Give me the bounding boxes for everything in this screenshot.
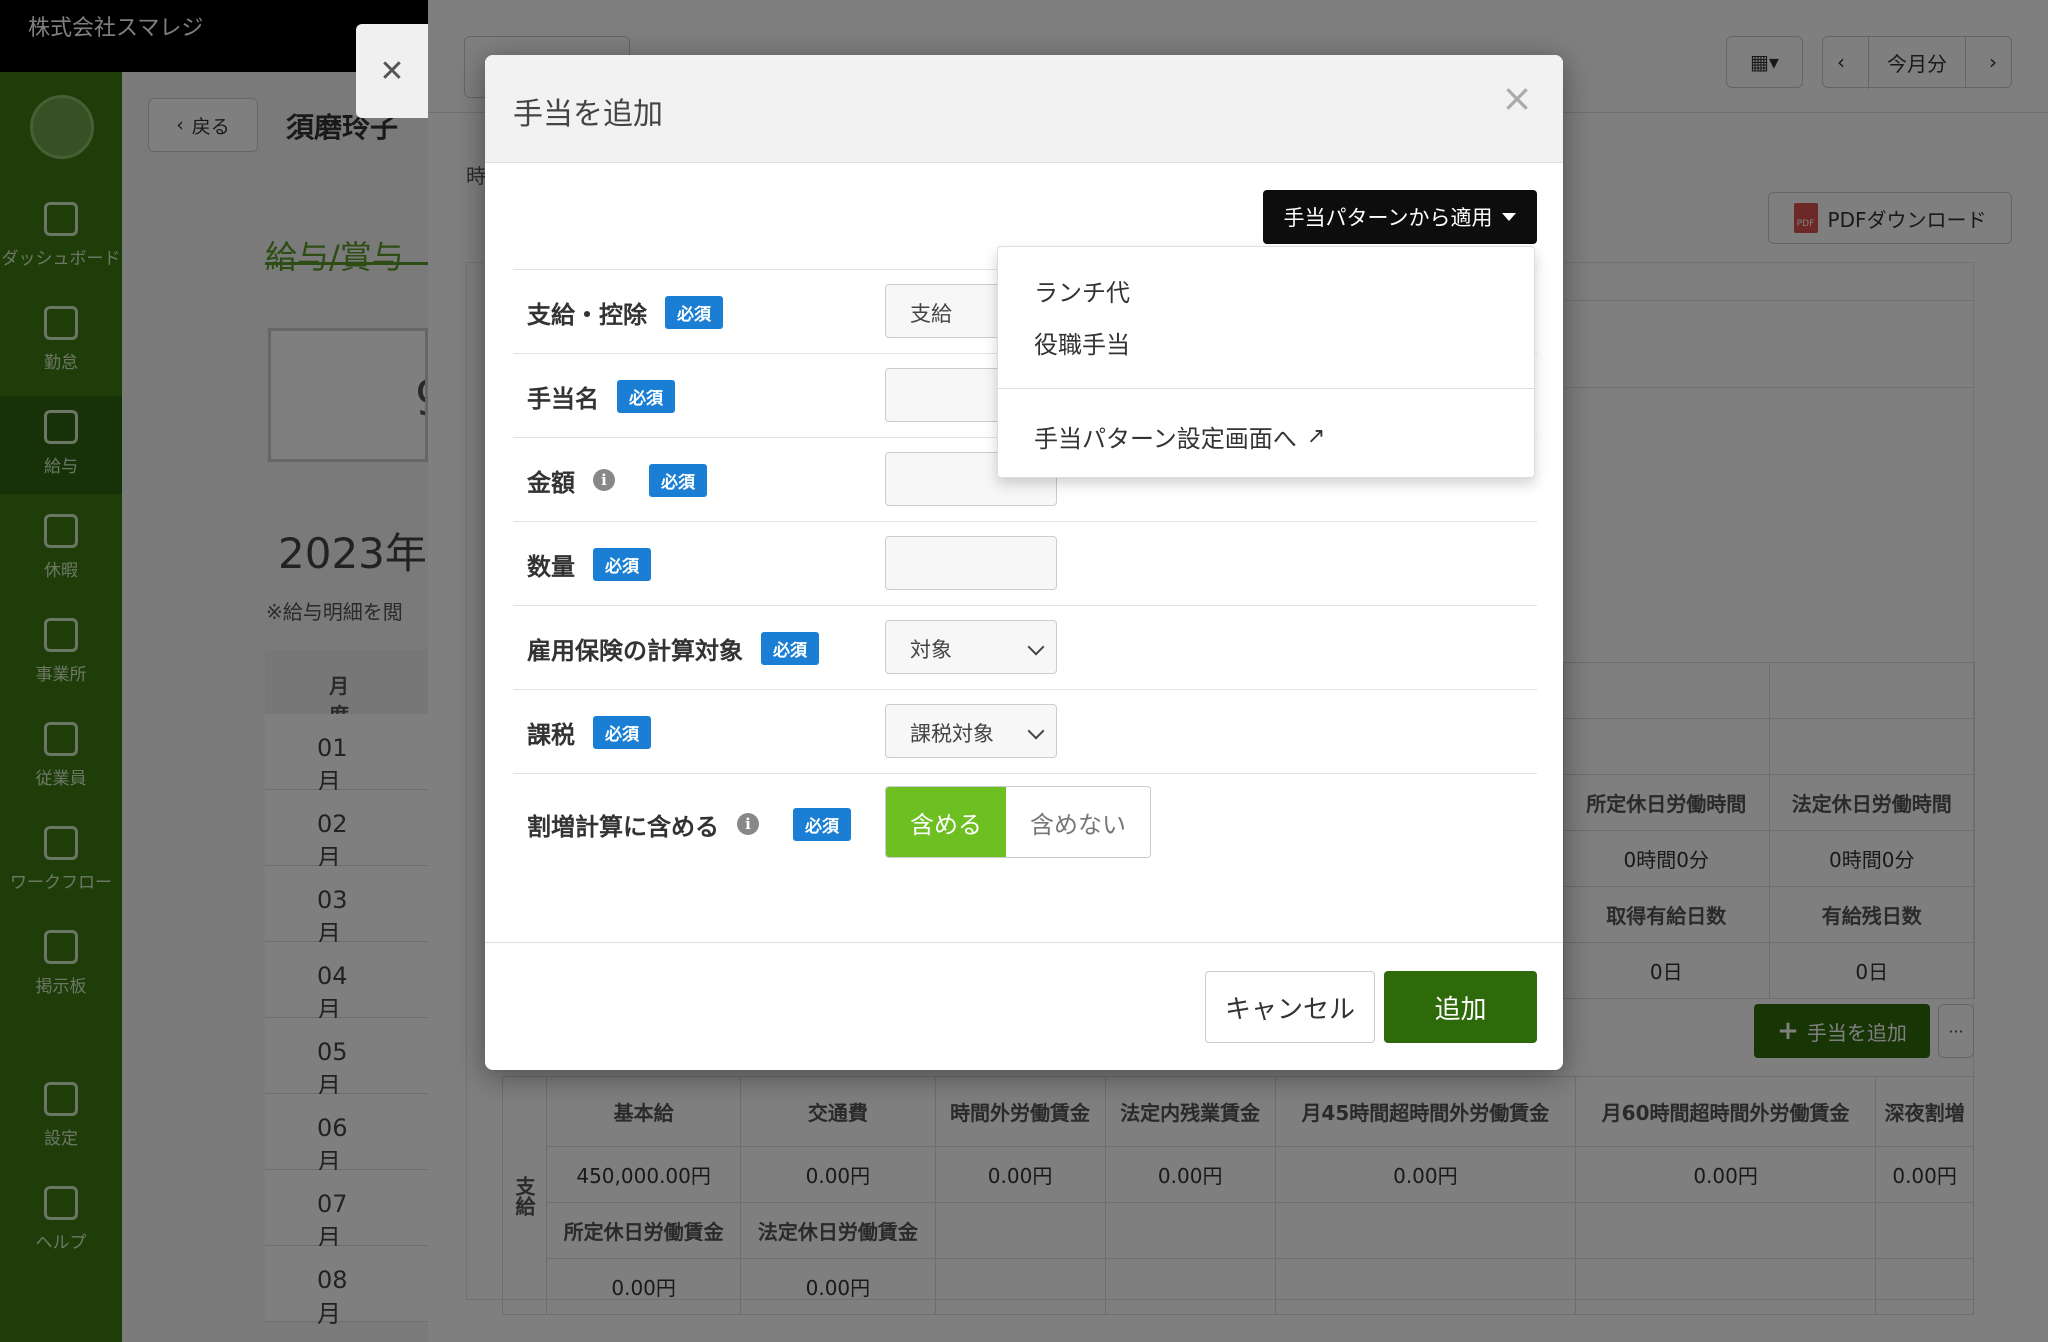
field-label: 金額 — [527, 468, 575, 497]
add-button[interactable]: 追加 — [1384, 971, 1537, 1043]
pattern-dropdown-menu: ランチ代 役職手当 手当パターン設定画面へ ↗ — [997, 246, 1535, 478]
field-label: 雇用保険の計算対象 — [527, 636, 743, 665]
chevron-down-icon — [1027, 722, 1045, 740]
info-icon[interactable]: i — [593, 469, 615, 491]
apply-pattern-dropdown-button[interactable]: 手当パターンから適用 — [1263, 190, 1537, 244]
required-badge: 必須 — [593, 547, 651, 581]
modal-header: 手当を追加 × — [485, 55, 1563, 163]
form-row-taxation: 課税 必須 課税対象 — [513, 689, 1537, 773]
info-icon[interactable]: i — [737, 813, 759, 835]
premium-toggle: 含める 含めない — [885, 786, 1151, 858]
field-label: 数量 — [527, 552, 575, 581]
exclude-option[interactable]: 含めない — [1006, 787, 1150, 857]
external-link-icon: ↗ — [1306, 424, 1326, 449]
form-row-premium: 割増計算に含める i 必須 含める 含めない — [513, 773, 1537, 873]
chevron-down-icon — [1027, 638, 1045, 656]
quantity-input[interactable] — [885, 536, 1057, 590]
add-allowance-modal: 手当を追加 × 手当パターンから適用 支給・控除 必須 支給 手当名 必須 金額… — [485, 55, 1563, 1070]
modal-close-icon[interactable]: × — [1501, 79, 1533, 117]
required-badge: 必須 — [649, 463, 707, 497]
close-panel-button[interactable]: ✕ — [356, 24, 428, 118]
form-row-employment-insurance: 雇用保険の計算対象 必須 対象 — [513, 605, 1537, 689]
required-badge: 必須 — [793, 807, 851, 841]
taxation-select[interactable]: 課税対象 — [885, 704, 1057, 758]
required-badge: 必須 — [761, 631, 819, 665]
required-badge: 必須 — [665, 295, 723, 329]
field-label: 手当名 — [527, 384, 599, 413]
required-badge: 必須 — [617, 379, 675, 413]
close-icon: ✕ — [379, 53, 405, 89]
form-row-quantity: 数量 必須 — [513, 521, 1537, 605]
cancel-button[interactable]: キャンセル — [1205, 971, 1375, 1043]
caret-down-icon — [1502, 213, 1517, 221]
field-label: 支給・控除 — [527, 300, 647, 329]
required-badge: 必須 — [593, 715, 651, 749]
employment-insurance-select[interactable]: 対象 — [885, 620, 1057, 674]
dropdown-item[interactable]: ランチ代 — [1034, 273, 1130, 308]
include-option[interactable]: 含める — [886, 787, 1006, 857]
dropdown-divider — [998, 388, 1534, 389]
field-label: 割増計算に含める — [527, 812, 719, 841]
pattern-settings-link[interactable]: 手当パターン設定画面へ ↗ — [1034, 419, 1325, 454]
modal-footer-divider — [485, 942, 1563, 943]
dropdown-item[interactable]: 役職手当 — [1034, 325, 1130, 360]
field-label: 課税 — [527, 720, 575, 749]
modal-title: 手当を追加 — [513, 97, 663, 132]
